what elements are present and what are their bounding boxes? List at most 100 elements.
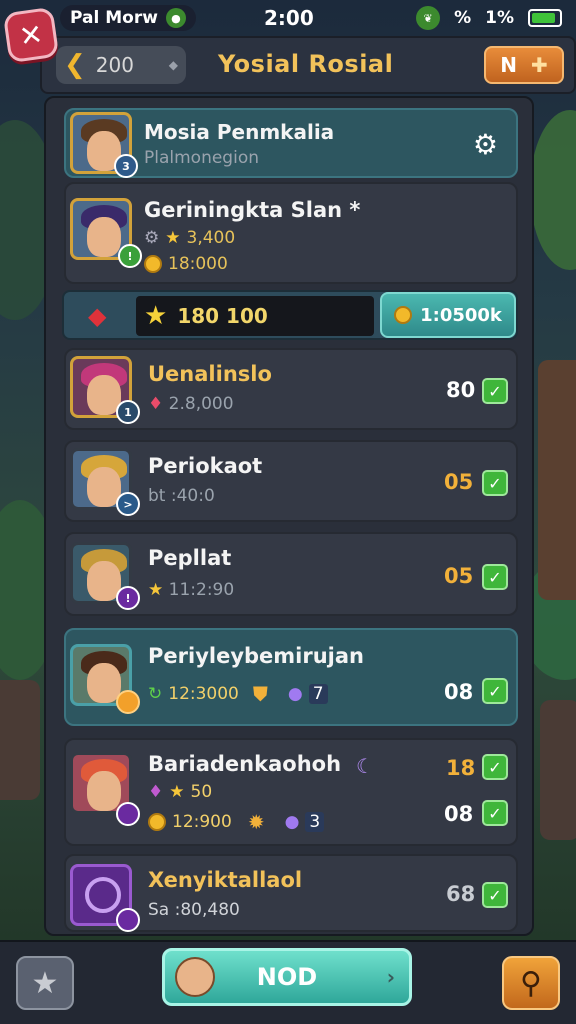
item-name: Bariadenkaohoh bbox=[148, 752, 342, 776]
player-stat-2: 18:000 bbox=[144, 254, 228, 274]
item-score: 05 bbox=[444, 470, 474, 494]
star-icon: ★ bbox=[169, 782, 185, 802]
search-button[interactable]: ⚲ bbox=[502, 956, 560, 1010]
item-sub: Sa :80,480 bbox=[148, 900, 240, 920]
coin-icon bbox=[394, 306, 413, 324]
star-counter: ★ 180 100 bbox=[136, 296, 374, 336]
item-score: 68 bbox=[446, 882, 476, 906]
main-action-button[interactable]: NOD › bbox=[162, 948, 412, 1006]
close-button[interactable]: ✕ bbox=[2, 6, 60, 64]
back-arrow-icon: ❮ bbox=[64, 50, 86, 80]
page-title: Yosial Rosial bbox=[218, 50, 394, 78]
list-item[interactable]: Bariadenkaohoh ☾ ♦ ★ 50 12:900 ✹ ● 3 18 … bbox=[64, 738, 518, 846]
battery-label: 1% bbox=[485, 8, 514, 28]
level-badge: 3 bbox=[114, 154, 138, 178]
item-sub: ★ 11:2:90 bbox=[148, 580, 235, 600]
profile-name: Mosia Penmkalia bbox=[144, 120, 335, 144]
shield-icon bbox=[144, 255, 162, 273]
main-panel: 3 Mosia Penmkalia Plalmonegion ⚙ ! Gerin… bbox=[44, 96, 534, 936]
orb-icon: ● bbox=[287, 684, 303, 704]
status-badge: ! bbox=[118, 244, 142, 268]
player-stat-2-value: 18:000 bbox=[168, 254, 228, 274]
leaf-icon: ❦ bbox=[416, 6, 441, 30]
item-sub-2: 12:900 ✹ ● 3 bbox=[148, 810, 325, 834]
hero-icon bbox=[175, 957, 215, 997]
rank-badge: ! bbox=[116, 586, 140, 610]
star-icon: ★ bbox=[148, 580, 164, 600]
back-value: 200 bbox=[95, 53, 134, 77]
orb-icon: ● bbox=[284, 812, 300, 832]
resource-bar: ◆ ★ 180 100 1:0500k bbox=[62, 290, 518, 340]
profile-card[interactable]: 3 Mosia Penmkalia Plalmonegion ⚙ bbox=[64, 108, 518, 178]
status-right: ❦ % 1% bbox=[416, 6, 562, 30]
star-icon: ★ bbox=[31, 965, 59, 1001]
item-name: Periokaot bbox=[148, 454, 263, 478]
badge-icon: ✹ bbox=[247, 810, 265, 834]
item-score: 08 bbox=[444, 680, 474, 704]
list-item[interactable]: > Periokaot bt :40:0 05 ✓ bbox=[64, 440, 518, 522]
refresh-icon: ↻ bbox=[148, 684, 163, 704]
carrier-label: Pal Morw bbox=[70, 8, 158, 28]
battery-icon bbox=[528, 9, 562, 27]
plus-icon: ✚ bbox=[530, 53, 548, 77]
check-icon[interactable]: ✓ bbox=[482, 470, 508, 496]
item-name: Xenyiktallaol bbox=[148, 868, 303, 892]
search-icon: ⚲ bbox=[520, 965, 542, 1001]
clock: 2:00 bbox=[264, 6, 314, 30]
main-action-label: NOD bbox=[256, 963, 318, 991]
close-icon: ✕ bbox=[17, 17, 45, 53]
shield-icon: ⛊ bbox=[252, 682, 268, 706]
item-score: 18 bbox=[446, 756, 476, 780]
coin-button[interactable]: 1:0500k bbox=[380, 292, 516, 338]
check-icon[interactable]: ✓ bbox=[482, 678, 508, 704]
gear-icon[interactable]: ⚙ bbox=[473, 128, 498, 161]
heart-gem-icon: ◆ bbox=[88, 302, 107, 330]
player-name: Geriningkta Slan * bbox=[144, 198, 361, 222]
check-icon[interactable]: ✓ bbox=[482, 882, 508, 908]
list-item[interactable]: Xenyiktallaol Sa :80,480 68 ✓ bbox=[64, 854, 518, 932]
star-icon: ★ bbox=[165, 228, 181, 248]
level-box: 3 bbox=[305, 812, 325, 832]
n-button-label: N bbox=[500, 53, 517, 77]
level-box: 7 bbox=[308, 684, 328, 704]
list-item[interactable]: 1 Uenalinslo ♦ 2.8,000 80 ✓ bbox=[64, 348, 518, 430]
item-score-2: 08 bbox=[444, 802, 474, 826]
coin-icon bbox=[148, 813, 166, 831]
item-name: Uenalinslo bbox=[148, 362, 272, 386]
item-name: Pepllat bbox=[148, 546, 232, 570]
rank-badge bbox=[116, 802, 140, 826]
player-card[interactable]: ! Geriningkta Slan * ⚙ ★ 3,400 18:000 bbox=[64, 182, 518, 284]
back-button[interactable]: ❮ 200 ◆ bbox=[56, 46, 186, 84]
rank-badge: 1 bbox=[116, 400, 140, 424]
check-icon[interactable]: ✓ bbox=[482, 800, 508, 826]
star-icon: ★ bbox=[144, 301, 168, 331]
bottom-bar: ★ NOD › ⚲ bbox=[0, 940, 576, 1024]
list-item[interactable]: ! Pepllat ★ 11:2:90 05 ✓ bbox=[64, 532, 518, 616]
status-bar: Pal Morw ● 2:00 ❦ % 1% bbox=[0, 0, 576, 36]
item-sub: ♦ 2.8,000 bbox=[148, 394, 234, 414]
arrow-right-icon: › bbox=[386, 965, 395, 989]
item-sub: ♦ ★ 50 bbox=[148, 782, 213, 802]
check-icon[interactable]: ✓ bbox=[482, 564, 508, 590]
moon-icon: ☾ bbox=[356, 754, 374, 778]
coin-count: 1:0500k bbox=[420, 304, 502, 326]
check-icon[interactable]: ✓ bbox=[482, 754, 508, 780]
check-icon[interactable]: ✓ bbox=[482, 378, 508, 404]
profile-subtitle: Plalmonegion bbox=[144, 148, 259, 168]
percent-symbol: % bbox=[454, 8, 472, 28]
player-stat-1: ⚙ ★ 3,400 bbox=[144, 228, 235, 248]
list-item[interactable]: Periyleybemirujan ↻ 12:3000 ⛊ ● 7 08 ✓ bbox=[64, 628, 518, 726]
rank-badge: > bbox=[116, 492, 140, 516]
player-stat-1-value: 3,400 bbox=[186, 228, 236, 248]
carrier-pill: Pal Morw ● bbox=[60, 5, 196, 31]
crystal-icon: ♦ bbox=[148, 394, 164, 414]
favorites-button[interactable]: ★ bbox=[16, 956, 74, 1010]
gear-small-icon: ⚙ bbox=[144, 228, 160, 248]
star-count: 180 100 bbox=[177, 304, 268, 328]
top-header: ❮ 200 ◆ Yosial Rosial N ✚ bbox=[40, 36, 576, 94]
rank-badge bbox=[116, 908, 140, 932]
n-button[interactable]: N ✚ bbox=[484, 46, 564, 84]
rank-badge bbox=[116, 690, 140, 714]
item-score: 05 bbox=[444, 564, 474, 588]
more-icon: ◆ bbox=[168, 58, 178, 72]
